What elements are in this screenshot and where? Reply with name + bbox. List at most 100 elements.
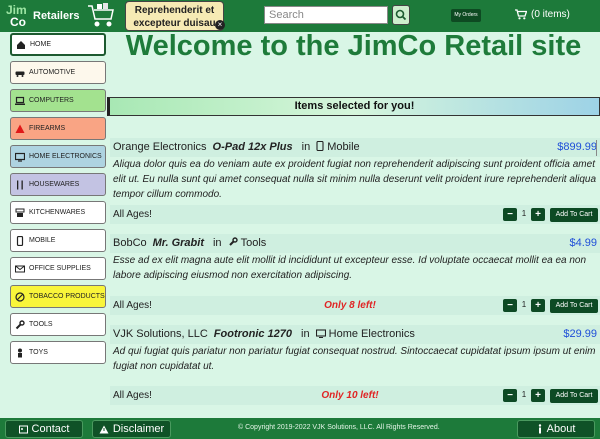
product-maker: Orange Electronics [113, 141, 207, 153]
wrench-icon [15, 319, 25, 329]
promo-banner[interactable]: Reprehenderit et excepteur duisau [125, 1, 224, 31]
mobile-icon [316, 140, 324, 152]
contact-label: Contact [31, 423, 70, 435]
sidebar-item-label: HOME [30, 41, 51, 48]
sidebar-item-office-supplies[interactable]: OFFICE SUPPLIES [10, 257, 106, 280]
add-to-cart-button[interactable]: Add To Cart [550, 389, 598, 403]
qty-increment-button[interactable]: + [531, 208, 545, 221]
search-icon [395, 9, 407, 21]
section-heading: Items selected for you! [107, 97, 600, 116]
stock-warning: Only 8 left! [324, 300, 376, 311]
product-name[interactable]: O-Pad 12x Plus [213, 141, 293, 153]
product-category[interactable]: Mobile [327, 141, 359, 153]
info-icon [538, 424, 541, 434]
laptop-icon [15, 96, 25, 105]
disclaimer-button[interactable]: Disclaimer [92, 420, 171, 438]
qty-increment-button[interactable]: + [531, 299, 545, 312]
sidebar-item-firearms[interactable]: FIREARMS [10, 117, 106, 140]
jimco-logo[interactable]: Jim Co [6, 2, 32, 30]
qty-value[interactable]: 1 [518, 209, 530, 218]
mobile-icon [16, 235, 24, 246]
sidebar-item-computers[interactable]: COMPUTERS [10, 89, 106, 112]
product-description: Ad qui fugiat quis pariatur non pariatur… [113, 346, 596, 372]
tv-icon [315, 329, 326, 338]
about-label: About [546, 423, 576, 435]
scrollbar[interactable] [596, 140, 597, 156]
search-button[interactable] [392, 5, 410, 25]
product-in-label: in [212, 237, 222, 249]
product-description: Aliqua dolor quis ea do veniam aute ex p… [113, 159, 597, 200]
home-icon [17, 40, 25, 49]
qty-decrement-button[interactable]: − [503, 299, 517, 312]
car-icon [15, 71, 25, 77]
sidebar-item-label: KITCHENWARES [29, 209, 86, 216]
age-rating: All Ages! [113, 390, 152, 401]
product-header: Orange Electronics O-Pad 12x Plus in Mobil… [110, 138, 600, 157]
sidebar-item-label: TOOLS [29, 321, 53, 328]
sidebar-item-label: HOME ELECTRONICS [29, 153, 102, 160]
age-rating: All Ages! [113, 300, 152, 311]
product-in-label: in [301, 328, 310, 340]
sidebar-item-automotive[interactable]: AUTOMOTIVE [10, 61, 106, 84]
close-icon[interactable]: × [215, 20, 225, 30]
qty-decrement-button[interactable]: − [503, 389, 517, 402]
tv-icon [15, 152, 25, 162]
cart-count: (0 items) [531, 9, 570, 20]
sidebar-item-housewares[interactable]: HOUSEWARES [10, 173, 106, 196]
product-footer: All Ages! Only 10 left! − 1 + Add To Car… [110, 386, 600, 405]
person-icon [18, 348, 22, 357]
contact-button[interactable]: Contact [5, 420, 83, 438]
product-category[interactable]: Tools [241, 237, 267, 249]
qty-value[interactable]: 1 [518, 300, 530, 309]
sidebar-item-mobile[interactable]: MOBILE [10, 229, 106, 252]
product-category[interactable]: Home Electronics [329, 328, 415, 340]
sidebar-item-home-electronics[interactable]: HOME ELECTRONICS [10, 145, 106, 168]
sidebar-item-label: AUTOMOTIVE [29, 69, 76, 76]
about-button[interactable]: About [517, 420, 595, 438]
copyright-text: © Copyright 2019-2022 VJK Solutions, LLC… [238, 424, 440, 431]
blender-icon [15, 208, 25, 217]
product-name[interactable]: Mr. Grabit [153, 237, 204, 249]
product-in-label: in [301, 141, 311, 153]
sidebar-item-label: FIREARMS [29, 125, 66, 132]
no-smoking-icon [15, 291, 25, 302]
product-maker: VJK Solutions, LLC [113, 328, 208, 340]
product-price: $4.99 [569, 237, 597, 249]
product-maker: BobCo [113, 237, 147, 249]
sidebar-item-label: OFFICE SUPPLIES [29, 265, 91, 272]
search-input[interactable] [264, 6, 388, 24]
sidebar-item-label: TOBACCO PRODUCTS [29, 293, 105, 300]
add-to-cart-button[interactable]: Add To Cart [550, 208, 598, 222]
product-price: $899.99 [557, 141, 597, 153]
disclaimer-label: Disclaimer [112, 423, 165, 435]
cart-icon [515, 9, 527, 20]
sidebar-item-tobacco-products[interactable]: TOBACCO PRODUCTS [10, 285, 106, 308]
product-description: Esse ad ex elit magna aute elit mollit i… [113, 255, 587, 281]
product-footer: All Ages! Only 8 left! − 1 + Add To Cart [110, 296, 600, 315]
sidebar-item-label: TOYS [29, 349, 48, 356]
cart-summary[interactable]: (0 items) [515, 9, 570, 20]
product-price: $29.99 [563, 328, 597, 340]
my-orders-button[interactable]: My Orders [451, 9, 481, 22]
sidebar-item-label: MOBILE [29, 237, 56, 244]
qty-value[interactable]: 1 [518, 390, 530, 399]
warning-icon [99, 425, 109, 433]
utensils-icon [17, 180, 23, 189]
product-header: VJK Solutions, LLC Footronic 1270 in Home … [110, 325, 600, 344]
sidebar-item-home[interactable]: HOME [10, 33, 106, 56]
sidebar-item-kitchenwares[interactable]: KITCHENWARES [10, 201, 106, 224]
sidebar-item-tools[interactable]: TOOLS [10, 313, 106, 336]
wrench-icon [228, 237, 238, 246]
page-title: Welcome to the JimCo Retail site [125, 30, 582, 62]
add-to-cart-button[interactable]: Add To Cart [550, 299, 598, 313]
contact-card-icon [18, 425, 28, 433]
stock-warning: Only 10 left! [321, 390, 379, 401]
qty-decrement-button[interactable]: − [503, 208, 517, 221]
sidebar-item-label: HOUSEWARES [29, 181, 80, 188]
product-footer: All Ages! − 1 + Add To Cart [110, 205, 600, 224]
envelope-icon [15, 265, 25, 272]
qty-increment-button[interactable]: + [531, 389, 545, 402]
product-header: BobCo Mr. Grabit in Tools $4.99 [110, 234, 600, 253]
product-name[interactable]: Footronic 1270 [214, 328, 292, 340]
sidebar-item-toys[interactable]: TOYS [10, 341, 106, 364]
